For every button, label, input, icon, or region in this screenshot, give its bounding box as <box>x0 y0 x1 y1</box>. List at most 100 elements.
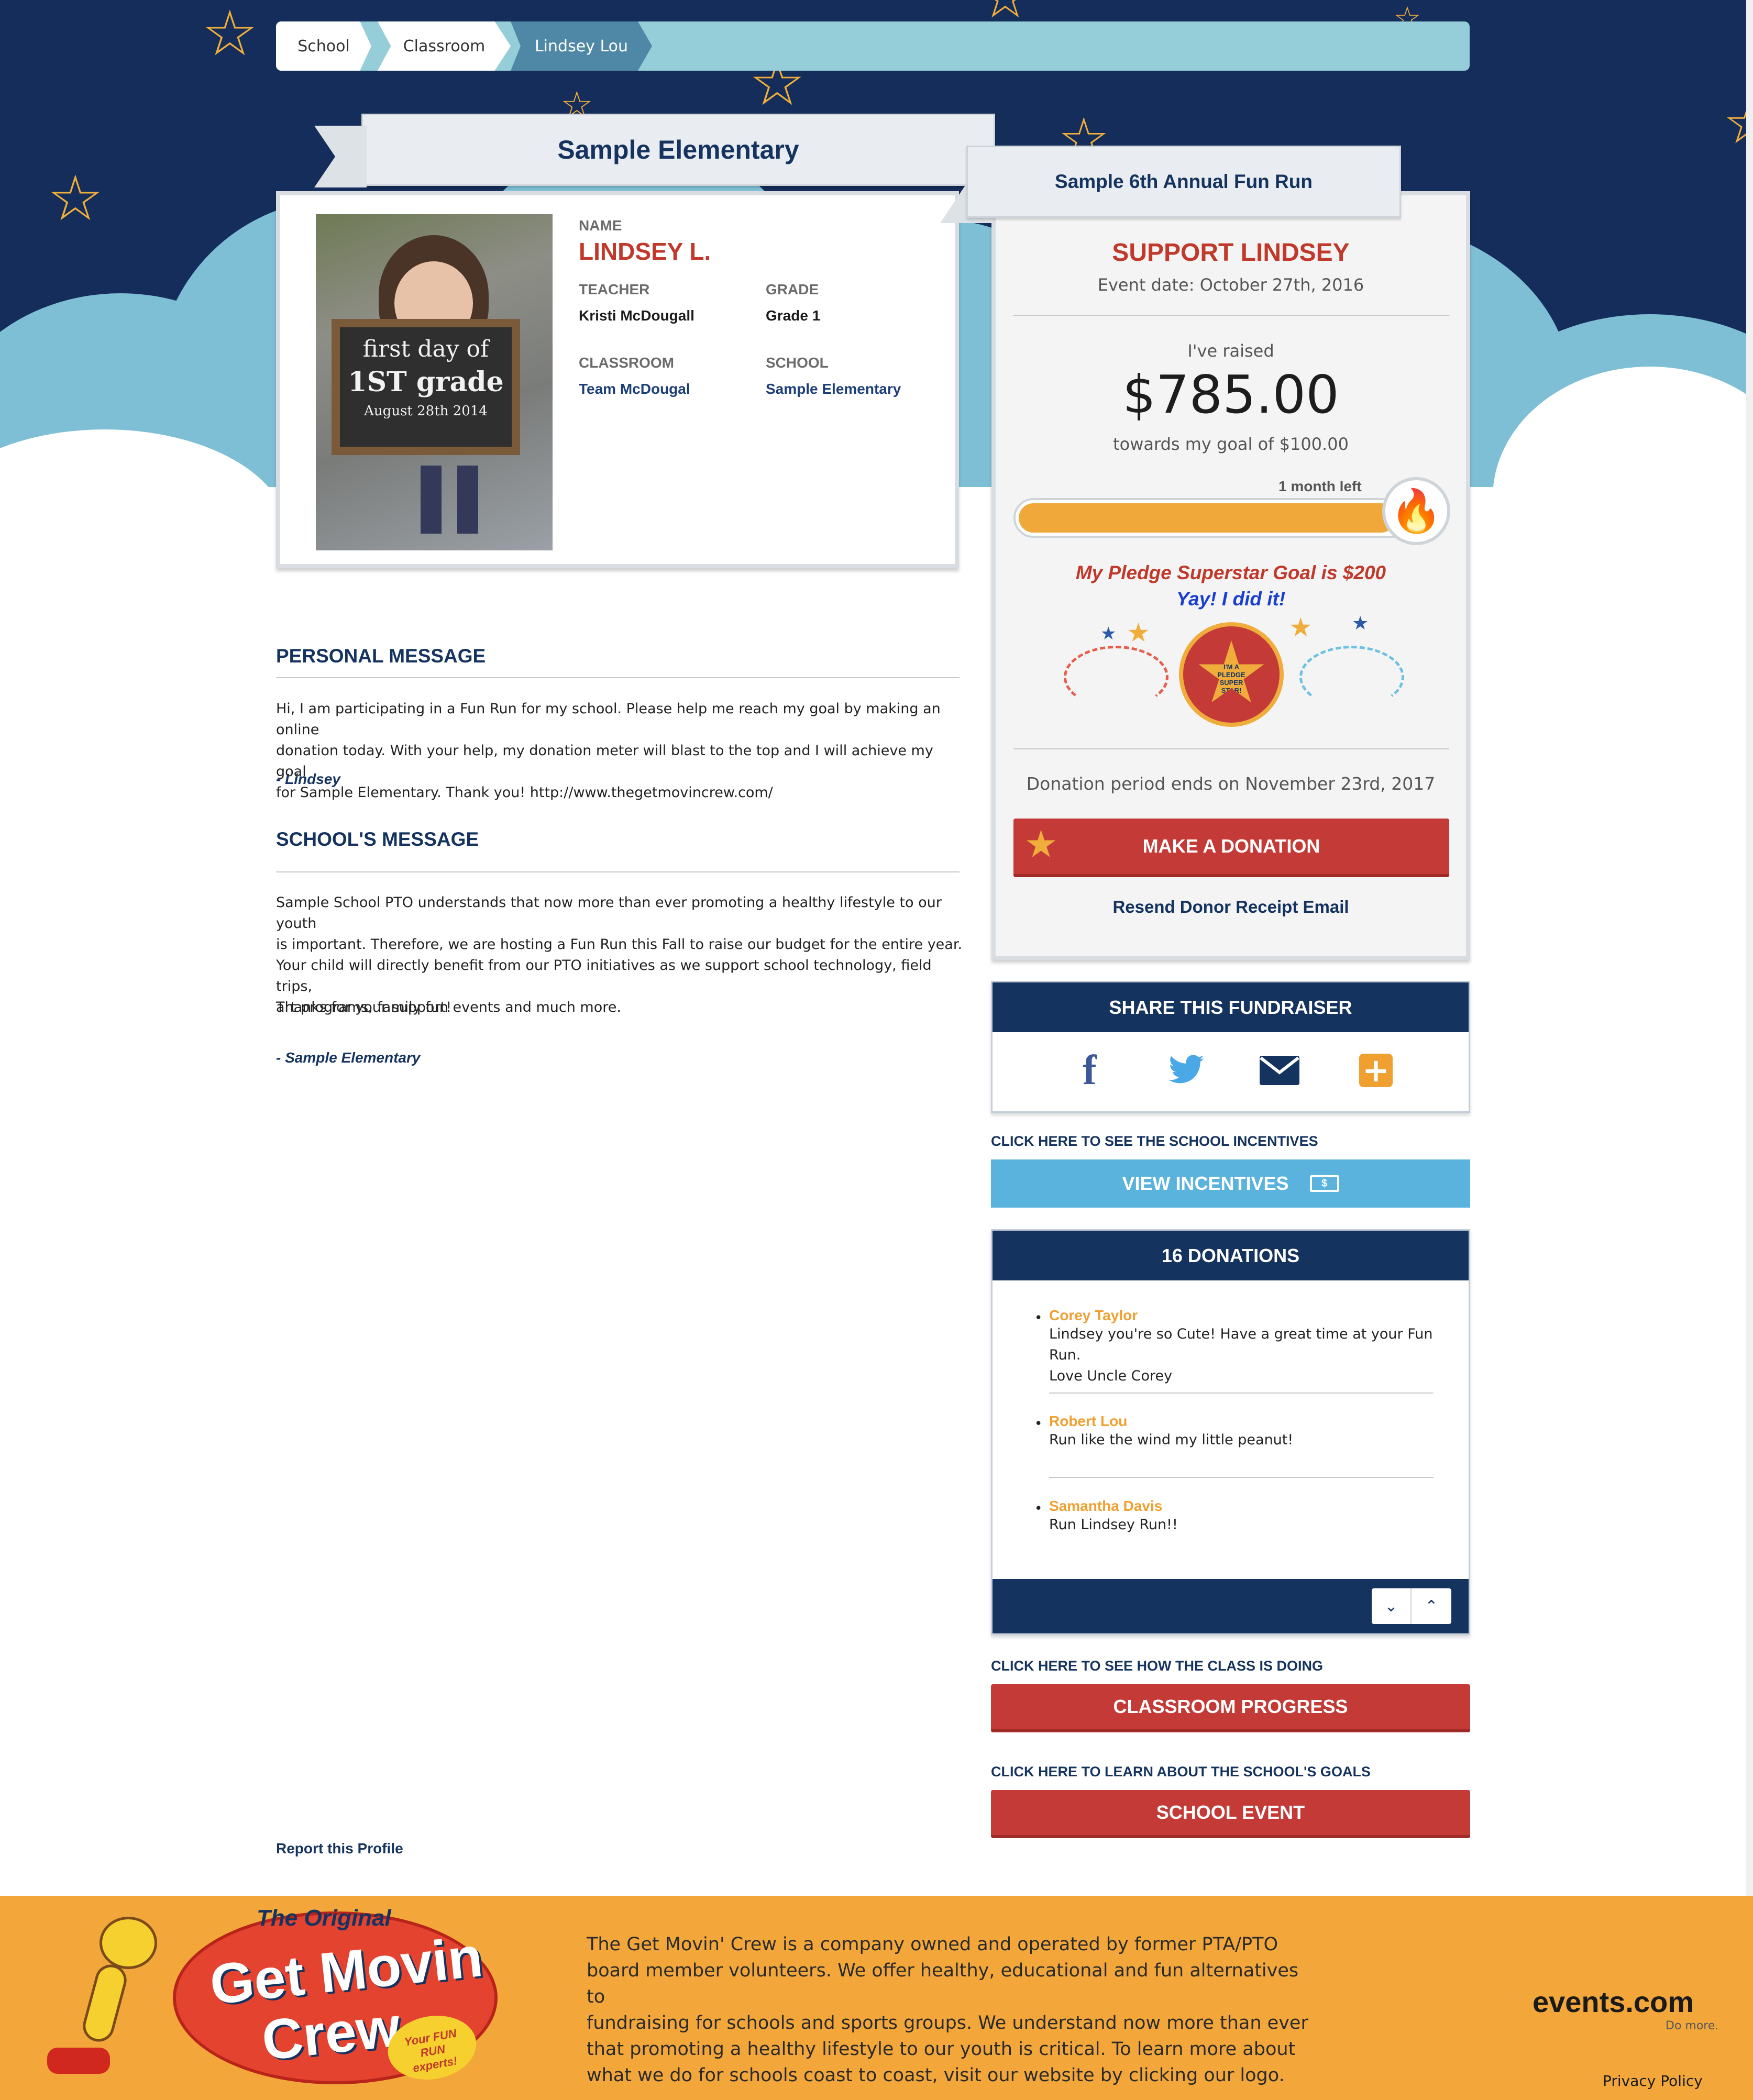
did-it-text: Yay! I did it! <box>1176 588 1286 610</box>
support-card: SUPPORT LINDSEY Event date: October 27th… <box>991 191 1470 960</box>
superstar-goal: My Pledge Superstar Goal is $200 <box>1075 562 1386 583</box>
facebook-icon[interactable]: f <box>1083 1049 1097 1091</box>
events-com-logo[interactable]: events.com <box>1533 1985 1694 2019</box>
school-event-button[interactable]: SCHOOL EVENT <box>991 1790 1470 1838</box>
donation-item: • Corey Taylor Lindsey you're so Cute! H… <box>1034 1307 1447 1387</box>
about-line: what we do for schools coast to coast, v… <box>587 2065 1285 2086</box>
classroom-label: CLASSROOM <box>579 355 674 371</box>
raised-label: I've raised <box>1187 341 1274 361</box>
classroom-link[interactable]: Team McDougal <box>579 381 690 397</box>
about-line: that promoting a healthy lifestyle to ou… <box>587 2039 1296 2060</box>
about-line: The Get Movin' Crew is a company owned a… <box>587 1934 1278 1955</box>
personal-line: for Sample Elementary. Thank you! http:/… <box>276 784 773 801</box>
school-label: SCHOOL <box>766 355 829 371</box>
school-line: is important. Therefore, we are hosting … <box>276 936 963 953</box>
breadcrumb: School Classroom Lindsey Lou <box>276 21 1470 71</box>
star-icon: ★ <box>1026 825 1056 863</box>
privacy-policy-link[interactable]: Privacy Policy <box>1603 2072 1703 2090</box>
profile-card: first day of 1ST grade August 28th 2014 … <box>276 191 959 568</box>
logo-top-text: The Original <box>257 1905 391 1931</box>
breadcrumb-current: Lindsey Lou <box>511 21 652 71</box>
school-ribbon-title: Sample Elementary <box>557 135 799 164</box>
personal-signature: - Lindsey <box>276 771 340 787</box>
about-line: board member volunteers. We offer health… <box>587 1960 1299 2007</box>
star-icon: ★ <box>1100 623 1117 644</box>
classroom-progress-button[interactable]: CLASSROOM PROGRESS <box>991 1684 1470 1732</box>
school-message-heading: SCHOOL'S MESSAGE <box>276 828 479 850</box>
mascot-head <box>100 1917 157 1969</box>
donor-message: Lindsey you're so Cute! Have a great tim… <box>1049 1326 1433 1363</box>
resend-receipt-link[interactable]: Resend Donor Receipt Email <box>996 897 1466 917</box>
footer: The Original Get Movin Crew Your FUN RUN… <box>0 1896 1753 2100</box>
school-link[interactable]: Sample Elementary <box>766 381 901 397</box>
breadcrumb-classroom[interactable]: Classroom <box>378 21 511 71</box>
star-icon: ★ <box>1289 612 1313 643</box>
teacher-value: Kristi McDougall <box>579 307 694 324</box>
support-title: SUPPORT LINDSEY <box>1112 239 1350 267</box>
school-ribbon: Sample Elementary <box>361 114 995 186</box>
name-label: NAME <box>579 217 622 234</box>
teacher-label: TEACHER <box>579 281 650 297</box>
scroll-up-button[interactable]: ⌃ <box>1412 1588 1451 1624</box>
time-left: 1 month left <box>1278 478 1362 494</box>
donor-message: Love Uncle Corey <box>1049 1368 1173 1384</box>
star-icon: ★ <box>1352 613 1369 634</box>
school-thanks: Thanks for your support! <box>276 999 452 1015</box>
breadcrumb-school[interactable]: School <box>276 21 371 71</box>
event-date: Event date: October 27th, 2016 <box>1097 275 1364 295</box>
personal-message-heading: PERSONAL MESSAGE <box>276 645 486 667</box>
bullet: • <box>1034 1501 1043 1517</box>
make-donation-label: MAKE A DONATION <box>1142 835 1320 857</box>
events-com-tagline: Do more. <box>1666 2019 1719 2032</box>
donor-name: Robert Lou <box>1049 1413 1128 1429</box>
share-title: SHARE THIS FUNDRAISER <box>993 982 1469 1032</box>
school-goals-caption: CLICK HERE TO LEARN ABOUT THE SCHOOL'S G… <box>991 1764 1371 1780</box>
photo-leg <box>457 466 478 534</box>
chalk-line2: 1ST grade <box>348 366 504 398</box>
superstar-badge: I'M A PLEDGE SUPER STAR! <box>1179 622 1284 727</box>
money-icon: $ <box>1309 1175 1339 1192</box>
donations-pager: ⌄ ⌃ <box>1372 1588 1451 1624</box>
firework-burst <box>1299 646 1404 709</box>
star-icon: ☆ <box>47 162 104 235</box>
mascot-body <box>79 1961 130 2046</box>
photo-chalkboard: first day of 1ST grade August 28th 2014 <box>332 319 520 455</box>
donor-message: Run like the wind my little peanut! <box>1049 1432 1294 1448</box>
student-photo: first day of 1ST grade August 28th 2014 <box>316 214 553 550</box>
about-line: fundraising for schools and sports group… <box>587 2013 1308 2033</box>
scroll-down-button[interactable]: ⌄ <box>1372 1588 1412 1624</box>
firework-burst <box>1064 646 1168 709</box>
raised-amount: $785.00 <box>1122 364 1339 425</box>
plus-icon[interactable]: + <box>1359 1054 1393 1087</box>
divider <box>276 677 960 678</box>
donor-name: Samantha Davis <box>1049 1498 1163 1514</box>
view-incentives-button[interactable]: VIEW INCENTIVES $ <box>991 1159 1470 1208</box>
chalk-line1: first day of <box>362 336 489 362</box>
school-line: Your child will directly benefit from ou… <box>276 957 932 994</box>
badge-text: I'M A PLEDGE SUPER STAR! <box>1198 640 1264 703</box>
scrollbar-track[interactable] <box>1746 0 1753 1896</box>
donation-period: Donation period ends on November 23rd, 2… <box>1026 773 1436 794</box>
personal-message-text: Hi, I am participating in a Fun Run for … <box>276 699 962 803</box>
share-panel: SHARE THIS FUNDRAISER f + <box>991 981 1470 1113</box>
bullet: • <box>1034 1310 1043 1326</box>
twitter-icon[interactable] <box>1168 1055 1205 1084</box>
report-profile-link[interactable]: Report this Profile <box>276 1840 403 1857</box>
donor-name: Corey Taylor <box>1049 1307 1138 1323</box>
star-icon: ★ <box>1127 617 1150 648</box>
make-donation-button[interactable]: ★ MAKE A DONATION <box>1013 819 1449 877</box>
divider <box>1013 315 1449 316</box>
email-icon[interactable] <box>1260 1056 1299 1085</box>
flame-icon: 🔥 <box>1382 477 1450 545</box>
view-incentives-label: VIEW INCENTIVES <box>1122 1173 1289 1194</box>
event-ribbon: Sample 6th Annual Fun Run <box>966 146 1401 218</box>
school-line: Sample School PTO understands that now m… <box>276 894 942 932</box>
star-icon: ☆ <box>202 0 258 70</box>
grade-label: GRADE <box>766 281 819 297</box>
chalk-line3: August 28th 2014 <box>364 403 488 419</box>
divider <box>276 871 960 872</box>
divider <box>1013 748 1449 749</box>
get-movin-crew-logo[interactable]: The Original Get Movin Crew Your FUN RUN… <box>31 1901 498 2095</box>
event-ribbon-title: Sample 6th Annual Fun Run <box>1055 171 1313 192</box>
progress-bar <box>1013 498 1443 538</box>
